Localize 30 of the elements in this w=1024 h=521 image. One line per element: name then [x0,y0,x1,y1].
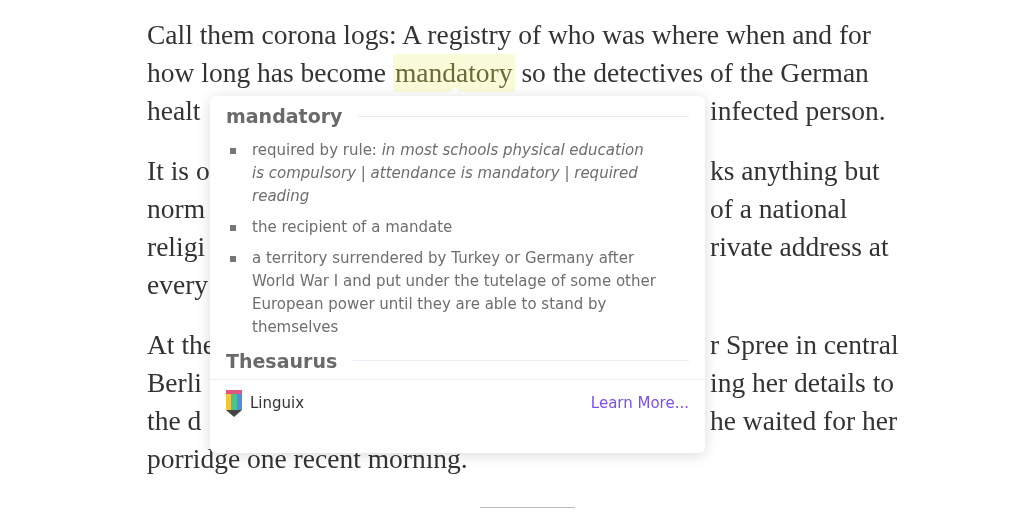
article-text: rivate address at [710,230,889,264]
article-text: Berli [147,366,202,400]
article-text: he waited for her [710,404,898,438]
definition-text: the recipient of a mandate [252,216,454,238]
bullet-icon [230,255,236,262]
brand-name: Linguix [250,393,305,415]
article-text: so the detectives of the German [520,56,869,90]
article-text: every [147,268,209,302]
definition-text: a territory surrendered by Turkey or Germany after World War I and put under the tutelage of some other European power until they are able to stand by themselves [252,247,657,338]
definition-text: required by rule: in most schools physical education is compulsory | attendance is mandatory | required reading [252,139,645,207]
article-text: r Spree in central [710,328,899,362]
article-text: of a national [710,192,848,226]
article-text: Call them corona logs: A registry of who was where when and for [147,18,871,52]
article-text: the d [147,404,202,438]
article-text: infected person. [710,94,886,128]
article-text: healt [147,94,201,128]
article-text: how long has become [147,56,388,90]
article-text: norm [147,192,206,226]
popup-heading: mandatory [226,104,343,129]
bullet-icon [230,147,236,154]
article-text: ks anything but [710,154,880,188]
highlighted-word: mandatory [392,54,515,92]
bullet-icon [230,224,236,231]
article-text: ing her details to [710,366,895,400]
section-heading: Thesaurus [226,348,338,374]
learn-more-link[interactable]: Learn More... [590,392,689,415]
article-text: religi [147,230,206,264]
article-text: porridge one recent morning. [147,442,468,476]
logo-icon [226,390,242,417]
article-text: It is o [147,154,210,188]
